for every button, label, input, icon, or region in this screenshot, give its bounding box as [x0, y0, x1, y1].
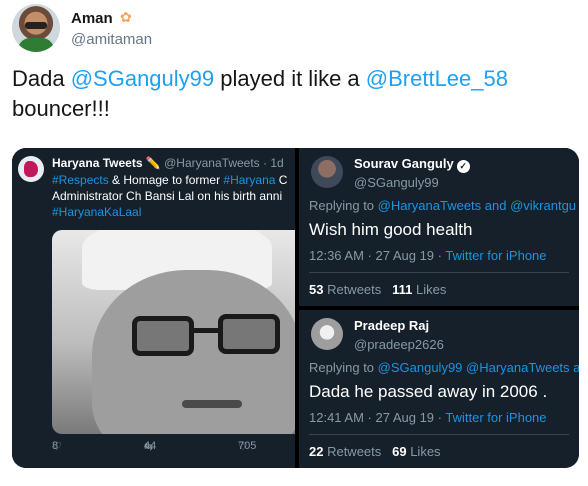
tweet-text-part: Dada [12, 66, 71, 91]
haryana-avatar [18, 156, 44, 182]
ganguly-client: Twitter for iPhone [445, 248, 547, 263]
haryana-text: & Homage to former [108, 173, 224, 187]
glasses-right [218, 314, 280, 354]
likes-label: Likes [406, 444, 441, 459]
ganguly-retweets-count: 53 [309, 282, 324, 297]
ganguly-replying-to: Replying to @HaryanaTweets and @vikrantg… [309, 198, 579, 213]
ganguly-meta: 12:36 AM · 27 Aug 19 · Twitter for iPhon… [309, 248, 547, 263]
haryana-text: C [275, 173, 288, 187]
pradeep-time: 12:41 AM · 27 Aug 19 · [309, 410, 446, 425]
sunglasses [25, 22, 47, 29]
ganguly-time: 12:36 AM · 27 Aug 19 · [309, 248, 446, 263]
attached-image[interactable]: Haryana Tweets ✏️ @HaryanaTweets · 1d #R… [12, 148, 579, 468]
verified-icon: ✓ [456, 160, 470, 173]
ganguly-avatar [311, 156, 343, 188]
haryana-handle-time: @HaryanaTweets · 1d [164, 156, 284, 170]
pradeep-reply-panel: Pradeep Raj @pradeep2626 Replying to @SG… [299, 310, 579, 468]
replying-mentions: @HaryanaTweets and @vikrantgu [377, 198, 577, 213]
likes-label: Likes [412, 282, 447, 297]
haryana-name: Haryana Tweets ✏️ [52, 156, 161, 170]
ganguly-reply-text: Wish him good health [309, 220, 473, 239]
mention-sganguly[interactable]: @SGanguly99 [71, 66, 214, 91]
haryana-header: Haryana Tweets ✏️ @HaryanaTweets · 1d [52, 156, 292, 170]
like-count-value: 705 [238, 440, 257, 452]
retweet-count-value: 44 [144, 440, 157, 452]
haryana-tweet-panel: Haryana Tweets ✏️ @HaryanaTweets · 1d #R… [12, 148, 295, 468]
author-handle[interactable]: @amitaman [71, 31, 152, 48]
portrait-photo [52, 230, 295, 434]
lotus-icon: ✿ [120, 9, 132, 25]
haryana-text-line2: Administrator Ch Bansi Lal on his birth … [52, 189, 283, 203]
divider [309, 272, 569, 273]
ganguly-likes-count: 111 [392, 282, 413, 297]
reply-count-value: 8 [52, 440, 59, 452]
ganguly-name: Sourav Ganguly [354, 156, 454, 171]
haryana-body: #Respects & Homage to former #Haryana C … [52, 172, 295, 220]
glasses-bridge [192, 328, 220, 333]
hashtag-haryana: #Haryana [223, 173, 276, 187]
divider [309, 434, 569, 435]
replying-label: Replying to [309, 360, 378, 375]
ganguly-stats: 53 Retweets 111 Likes [309, 282, 446, 297]
retweets-label: Retweets [323, 444, 382, 459]
pradeep-name: Pradeep Raj [354, 318, 430, 333]
pradeep-retweets-count: 22 [309, 444, 324, 459]
replying-mentions: @SGanguly99 @HaryanaTweets a [377, 360, 579, 375]
replying-label: Replying to [309, 198, 378, 213]
pradeep-reply-text: Dada he passed away in 2006 . [309, 382, 548, 401]
retweets-label: Retweets [323, 282, 382, 297]
ganguly-handle: @SGanguly99 [354, 175, 439, 190]
mention-brettlee[interactable]: @BrettLee_58 [366, 66, 508, 91]
author-name[interactable]: Aman [71, 10, 113, 27]
pradeep-meta: 12:41 AM · 27 Aug 19 · Twitter for iPhon… [309, 410, 547, 425]
ganguly-reply-panel: Sourav Ganguly ✓ @SGanguly99 Replying to … [299, 148, 579, 306]
ganguly-name-line: Sourav Ganguly ✓ [354, 156, 470, 173]
pradeep-likes-count: 69 [392, 444, 407, 459]
pradeep-avatar [311, 318, 343, 350]
glasses-left [132, 316, 194, 356]
pradeep-replying-to: Replying to @SGanguly99 @HaryanaTweets a [309, 360, 579, 375]
author-avatar[interactable] [12, 4, 60, 52]
pradeep-handle: @pradeep2626 [354, 337, 444, 352]
tweet-text-part: bouncer!!! [12, 96, 110, 121]
hashtag-haryanakalaal: #HaryanaKaLaal [52, 205, 142, 219]
mouth [182, 400, 242, 408]
pradeep-stats: 22 Retweets 69 Likes [309, 444, 441, 459]
hashtag-respects: #Respects [52, 173, 109, 187]
shirt [18, 38, 54, 52]
tweet-text: Dada @SGanguly99 played it like a @Brett… [12, 64, 572, 124]
tweet-text-part: played it like a [214, 66, 366, 91]
pradeep-client: Twitter for iPhone [445, 410, 547, 425]
